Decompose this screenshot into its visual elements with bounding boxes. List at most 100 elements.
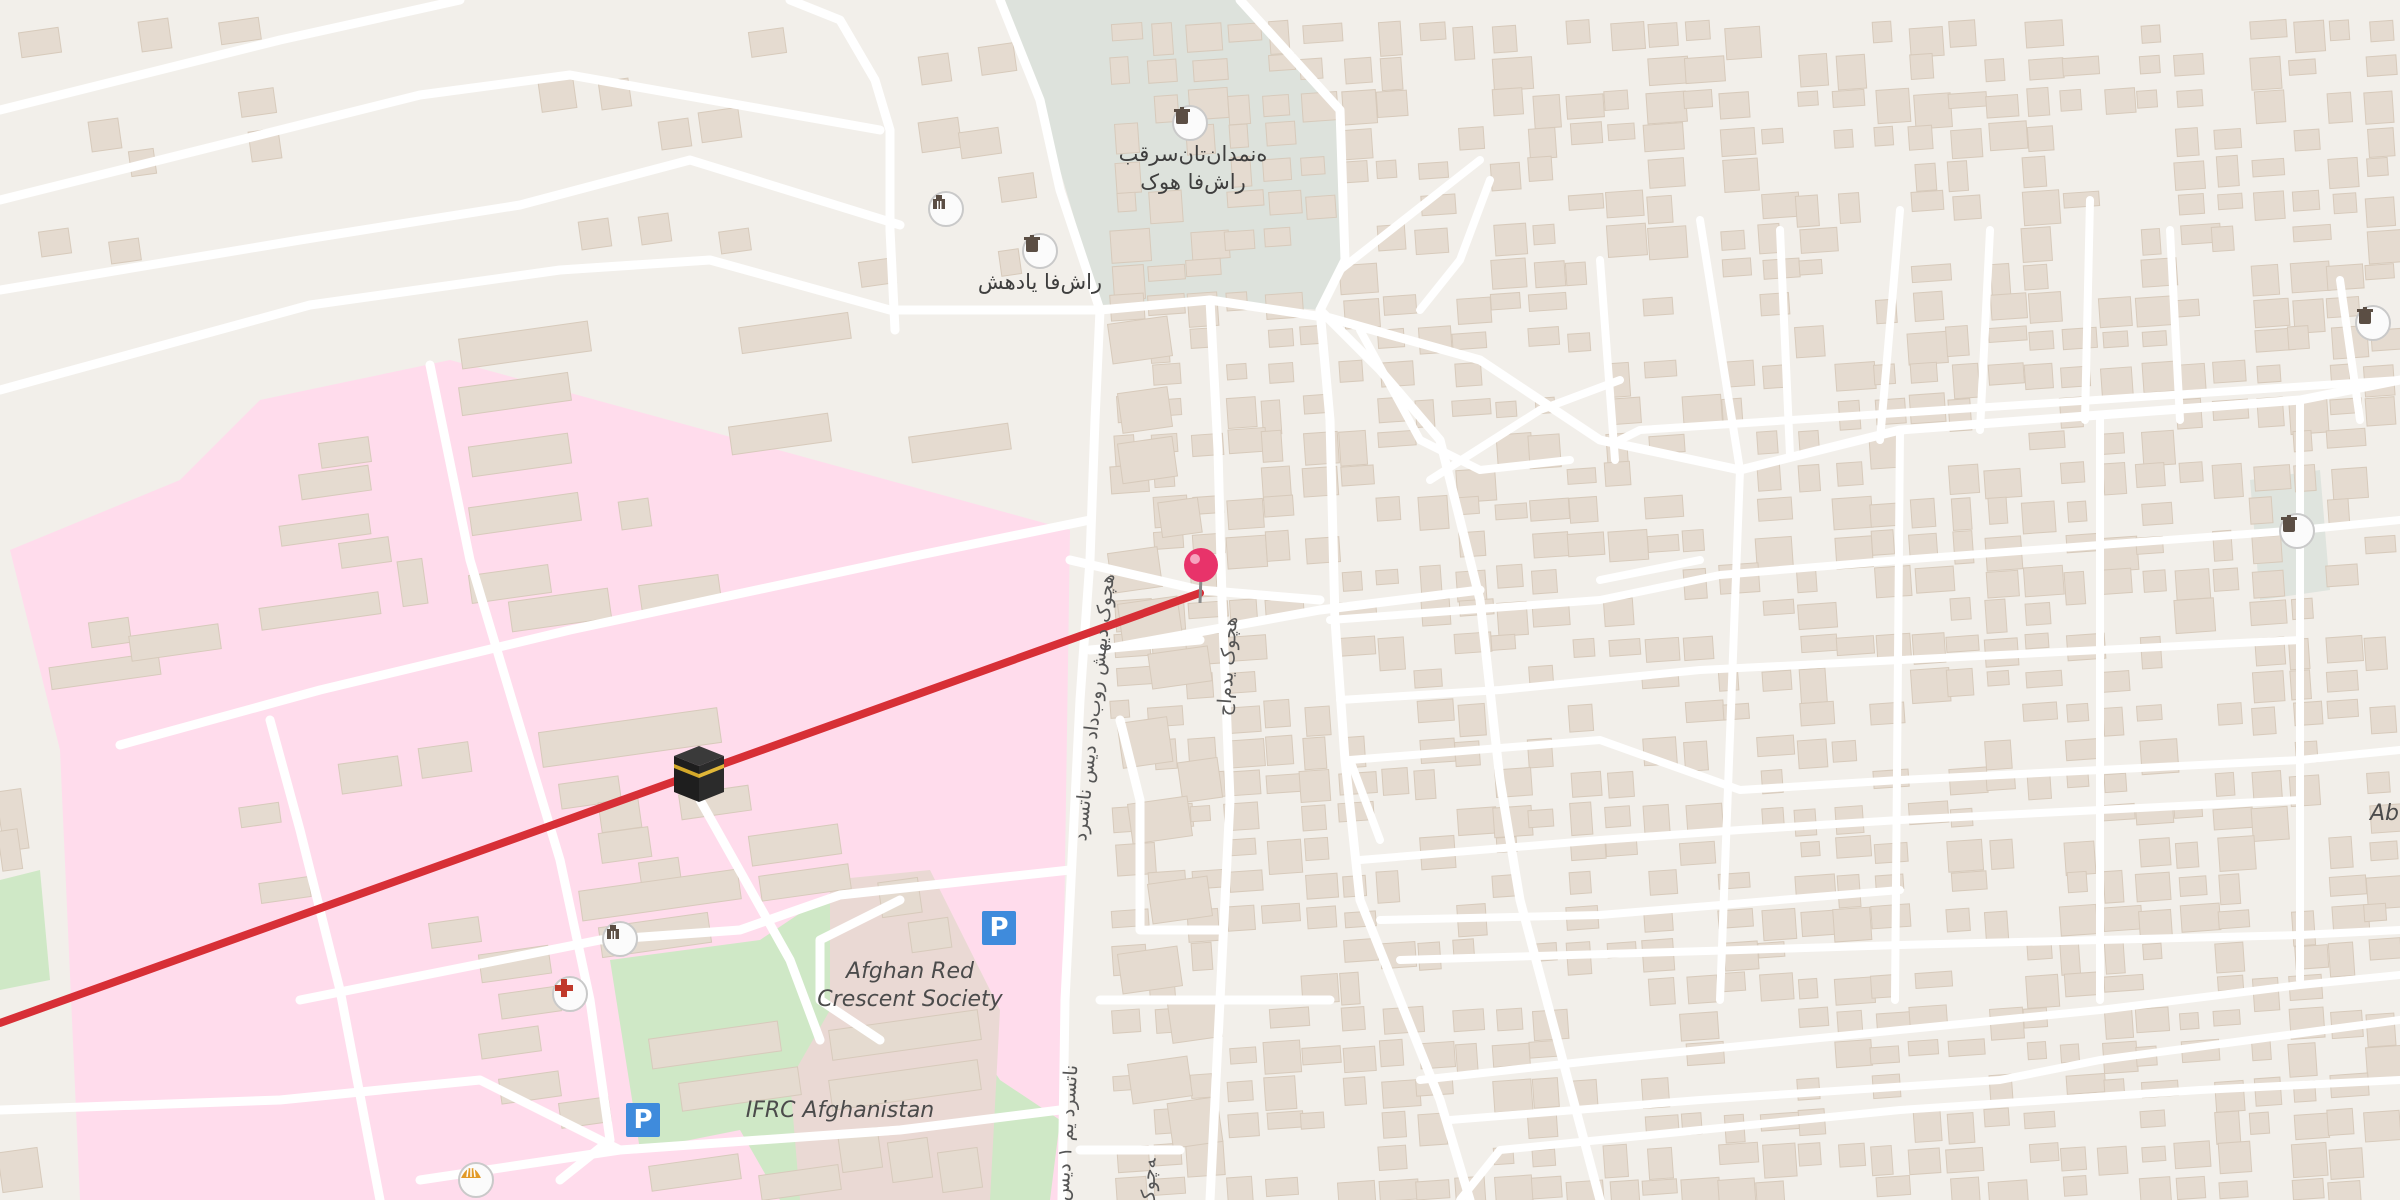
- building: [2365, 54, 2398, 77]
- bakery-icon[interactable]: [458, 1162, 494, 1198]
- building: [1565, 19, 1591, 45]
- building: [1798, 52, 1830, 88]
- building: [1873, 841, 1909, 864]
- monument-icon[interactable]: [602, 921, 638, 957]
- cemetery-label: ه‌نمداﻥتاﻥسرقب راش‌فا هوک: [1118, 142, 1268, 194]
- building: [1832, 906, 1873, 943]
- building: [1798, 258, 1823, 276]
- building: [2178, 1011, 2200, 1031]
- building: [1800, 633, 1838, 654]
- building: [1914, 565, 1956, 594]
- building: [1950, 497, 1973, 531]
- building: [1192, 58, 1229, 83]
- building: [1490, 633, 1517, 651]
- building: [2022, 263, 2049, 291]
- building: [2059, 1043, 2081, 1064]
- building: [1419, 21, 1447, 42]
- cemetery-icon[interactable]: [1172, 105, 1208, 141]
- building: [1987, 496, 2009, 525]
- red-pin-marker[interactable]: [1181, 545, 1221, 605]
- building: [1945, 634, 1980, 653]
- building: [1604, 805, 1632, 829]
- building: [2175, 1175, 2207, 1200]
- building: [1572, 637, 1596, 658]
- building: [1336, 1179, 1377, 1200]
- building: [1646, 194, 1674, 225]
- building: [1870, 529, 1896, 556]
- building: [1492, 1078, 1534, 1114]
- building: [2028, 330, 2055, 351]
- building: [1831, 739, 1858, 763]
- building: [1260, 902, 1302, 924]
- building: [1945, 907, 1971, 933]
- building: [1567, 332, 1592, 353]
- building: [1457, 126, 1486, 151]
- building: [1268, 361, 1295, 384]
- building: [1947, 463, 1981, 496]
- monument-icon[interactable]: [928, 191, 964, 227]
- building: [2023, 1110, 2056, 1130]
- building: [1950, 128, 1984, 160]
- building: [2024, 601, 2052, 626]
- building: [2214, 941, 2246, 974]
- building: [2325, 263, 2365, 291]
- building: [1494, 502, 1528, 521]
- building: [977, 42, 1018, 76]
- building: [747, 27, 788, 58]
- building: [1569, 801, 1594, 837]
- cemetery-icon[interactable]: [2355, 305, 2391, 341]
- building: [1228, 869, 1264, 893]
- parking-icon[interactable]: P: [626, 1103, 660, 1137]
- building: [1983, 1107, 2010, 1128]
- hospital-cross-icon[interactable]: [552, 976, 588, 1012]
- building: [2293, 1112, 2331, 1141]
- building: [1761, 907, 1798, 942]
- cemetery-icon[interactable]: [2279, 513, 2315, 549]
- building: [1983, 467, 2023, 500]
- building: [2211, 462, 2244, 500]
- building: [1609, 1179, 1641, 1200]
- building: [1684, 699, 1725, 724]
- building: [2063, 971, 2102, 998]
- building: [1912, 1108, 1943, 1143]
- building: [1339, 635, 1377, 657]
- building: [2363, 90, 2395, 125]
- building: [1873, 125, 1895, 147]
- building: [1646, 533, 1680, 554]
- building: [2139, 635, 2163, 670]
- building: [2173, 160, 2207, 191]
- building: [2020, 500, 2057, 535]
- parking-icon[interactable]: P: [982, 911, 1016, 945]
- building: [1146, 58, 1178, 84]
- building: [1489, 161, 1522, 192]
- building: [1837, 1142, 1867, 1168]
- building: [1263, 1075, 1298, 1112]
- building: [1797, 463, 1822, 493]
- building: [2059, 88, 2083, 112]
- map-canvas[interactable]: ه‌نمداﻥتاﻥسرقب راش‌فا هوک راش‌فا یادهش A…: [0, 0, 2400, 1200]
- building: [2251, 1040, 2272, 1062]
- kaaba-icon[interactable]: [672, 744, 726, 804]
- building: [2212, 567, 2240, 592]
- building: [1416, 698, 1455, 724]
- building: [1151, 22, 1175, 57]
- building: [1987, 362, 2025, 386]
- building: [2328, 874, 2368, 897]
- building: [2066, 870, 2089, 894]
- building: [1756, 496, 1794, 522]
- building: [1984, 598, 2008, 634]
- building: [2174, 841, 2200, 869]
- building: [2102, 706, 2125, 737]
- building: [1835, 834, 1873, 859]
- building: [2363, 636, 2389, 672]
- building: [657, 117, 693, 151]
- building: [1419, 564, 1443, 596]
- building: [1378, 1038, 1405, 1068]
- building: [2102, 869, 2125, 904]
- building: [1491, 1042, 1531, 1068]
- building: [1647, 157, 1686, 189]
- cemetery-icon[interactable]: [1022, 233, 1058, 269]
- building: [2251, 534, 2283, 565]
- building: [936, 1146, 984, 1194]
- building: [2249, 599, 2288, 627]
